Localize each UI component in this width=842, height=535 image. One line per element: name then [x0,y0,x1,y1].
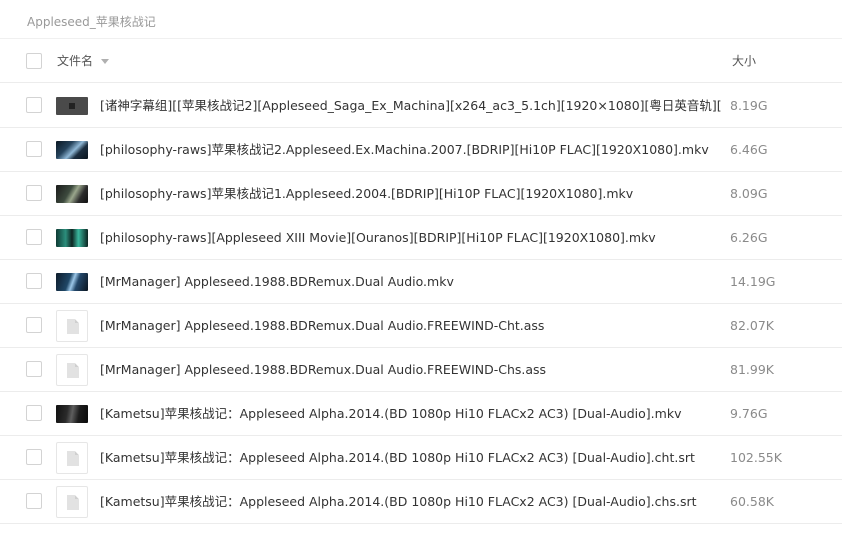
document-icon [56,442,88,474]
file-size: 60.58K [730,494,774,509]
document-icon [56,354,88,386]
file-size: 82.07K [730,318,774,333]
row-checkbox[interactable] [26,405,42,421]
file-row[interactable]: [Kametsu]苹果核战记：Appleseed Alpha.2014.(BD … [0,392,842,436]
row-checkbox[interactable] [26,185,42,201]
file-name[interactable]: [诸神字幕组][[苹果核战记2][Appleseed_Saga_Ex_Machi… [100,96,722,116]
file-row[interactable]: [Kametsu]苹果核战记：Appleseed Alpha.2014.(BD … [0,436,842,480]
video-thumbnail-icon [56,141,88,159]
row-checkbox[interactable] [26,449,42,465]
file-name[interactable]: [Kametsu]苹果核战记：Appleseed Alpha.2014.(BD … [100,492,722,512]
row-checkbox[interactable] [26,493,42,509]
file-name[interactable]: [Kametsu]苹果核战记：Appleseed Alpha.2014.(BD … [100,404,722,424]
file-row[interactable]: [MrManager] Appleseed.1988.BDRemux.Dual … [0,304,842,348]
file-name[interactable]: [philosophy-raws][Appleseed XIII Movie][… [100,228,722,248]
file-size: 6.26G [730,230,768,245]
breadcrumb[interactable]: Appleseed_苹果核战记 [27,13,156,31]
file-row[interactable]: [MrManager] Appleseed.1988.BDRemux.Dual … [0,348,842,392]
video-thumbnail-icon [56,229,88,247]
video-thumbnail-icon [56,185,88,203]
document-icon [56,486,88,518]
video-thumbnail-icon [56,405,88,423]
file-size: 102.55K [730,450,782,465]
file-size: 81.99K [730,362,774,377]
column-header-size[interactable]: 大小 [732,52,756,70]
row-checkbox[interactable] [26,317,42,333]
file-row[interactable]: [philosophy-raws]苹果核战记1.Appleseed.2004.[… [0,172,842,216]
file-list: [诸神字幕组][[苹果核战记2][Appleseed_Saga_Ex_Machi… [0,84,842,524]
video-thumbnail-icon [56,97,88,115]
file-row[interactable]: [MrManager] Appleseed.1988.BDRemux.Dual … [0,260,842,304]
file-size: 14.19G [730,274,776,289]
video-thumbnail-icon [56,273,88,291]
file-list-header: 文件名 大小 [0,39,842,83]
row-checkbox[interactable] [26,229,42,245]
select-all-checkbox[interactable] [26,53,42,69]
file-size: 8.19G [730,98,768,113]
file-name[interactable]: [philosophy-raws]苹果核战记1.Appleseed.2004.[… [100,184,722,204]
file-row[interactable]: [philosophy-raws]苹果核战记2.Appleseed.Ex.Mac… [0,128,842,172]
file-row[interactable]: [Kametsu]苹果核战记：Appleseed Alpha.2014.(BD … [0,480,842,524]
file-name[interactable]: [philosophy-raws]苹果核战记2.Appleseed.Ex.Mac… [100,140,722,160]
file-size: 6.46G [730,142,768,157]
column-header-name-label: 文件名 [57,54,94,68]
row-checkbox[interactable] [26,97,42,113]
sort-down-icon[interactable] [101,59,110,64]
file-name[interactable]: [Kametsu]苹果核战记：Appleseed Alpha.2014.(BD … [100,448,722,468]
file-size: 9.76G [730,406,768,421]
file-row[interactable]: [philosophy-raws][Appleseed XIII Movie][… [0,216,842,260]
row-checkbox[interactable] [26,273,42,289]
file-size: 8.09G [730,186,768,201]
file-name[interactable]: [MrManager] Appleseed.1988.BDRemux.Dual … [100,360,722,380]
file-name[interactable]: [MrManager] Appleseed.1988.BDRemux.Dual … [100,316,722,336]
row-checkbox[interactable] [26,361,42,377]
row-checkbox[interactable] [26,141,42,157]
file-name[interactable]: [MrManager] Appleseed.1988.BDRemux.Dual … [100,272,722,292]
document-icon [56,310,88,342]
column-header-name[interactable]: 文件名 [57,52,110,70]
file-row[interactable]: [诸神字幕组][[苹果核战记2][Appleseed_Saga_Ex_Machi… [0,84,842,128]
